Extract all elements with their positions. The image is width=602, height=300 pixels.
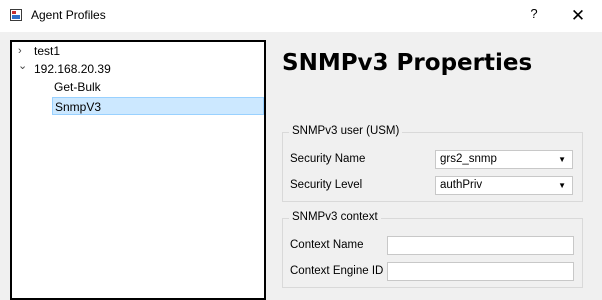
group-title: SNMPv3 user (USM) bbox=[289, 125, 403, 137]
tree-item-label: SnmpV3 bbox=[55, 100, 102, 114]
context-name-label: Context Name bbox=[290, 239, 364, 251]
group-title: SNMPv3 context bbox=[289, 211, 381, 223]
usm-group: SNMPv3 user (USM) Security Name grs2_snm… bbox=[282, 125, 583, 202]
security-name-select[interactable]: grs2_snmp ▼ bbox=[435, 150, 573, 169]
tree-item-get-bulk[interactable]: Get-Bulk bbox=[54, 78, 204, 96]
security-level-select[interactable]: authPriv ▼ bbox=[435, 176, 573, 195]
context-engine-id-input[interactable] bbox=[387, 262, 574, 281]
tree-item-label: test1 bbox=[34, 44, 61, 58]
context-name-input[interactable] bbox=[387, 236, 574, 255]
chevron-down-icon: ▼ bbox=[558, 181, 566, 190]
context-engine-id-label: Context Engine ID bbox=[290, 265, 384, 277]
security-name-label: Security Name bbox=[290, 153, 366, 165]
profile-tree[interactable]: › test1 ⌄ 192.168.20.39 Get-Bulk SnmpV3 bbox=[10, 40, 266, 300]
window-title: Agent Profiles bbox=[31, 8, 106, 22]
tree-item-test1[interactable]: › test1 bbox=[18, 42, 218, 60]
help-button[interactable]: ? bbox=[524, 6, 544, 26]
tree-item-snmpv3[interactable]: SnmpV3 bbox=[52, 97, 264, 115]
app-icon bbox=[10, 9, 22, 21]
tree-item-label: 192.168.20.39 bbox=[34, 62, 111, 76]
tree-item-host[interactable]: ⌄ 192.168.20.39 bbox=[18, 60, 218, 78]
chevron-down-icon[interactable]: ⌄ bbox=[18, 57, 27, 75]
security-level-label: Security Level bbox=[290, 179, 363, 191]
tree-item-label: Get-Bulk bbox=[54, 80, 101, 94]
security-name-value: grs2_snmp bbox=[440, 153, 497, 165]
security-level-value: authPriv bbox=[440, 179, 483, 191]
chevron-down-icon: ▼ bbox=[558, 155, 566, 164]
context-group: SNMPv3 context Context Name Context Engi… bbox=[282, 211, 583, 288]
close-button[interactable]: ✕ bbox=[567, 5, 589, 27]
title-bar: Agent Profiles ? ✕ bbox=[0, 0, 602, 32]
page-title: SNMPv3 Properties bbox=[282, 50, 533, 76]
